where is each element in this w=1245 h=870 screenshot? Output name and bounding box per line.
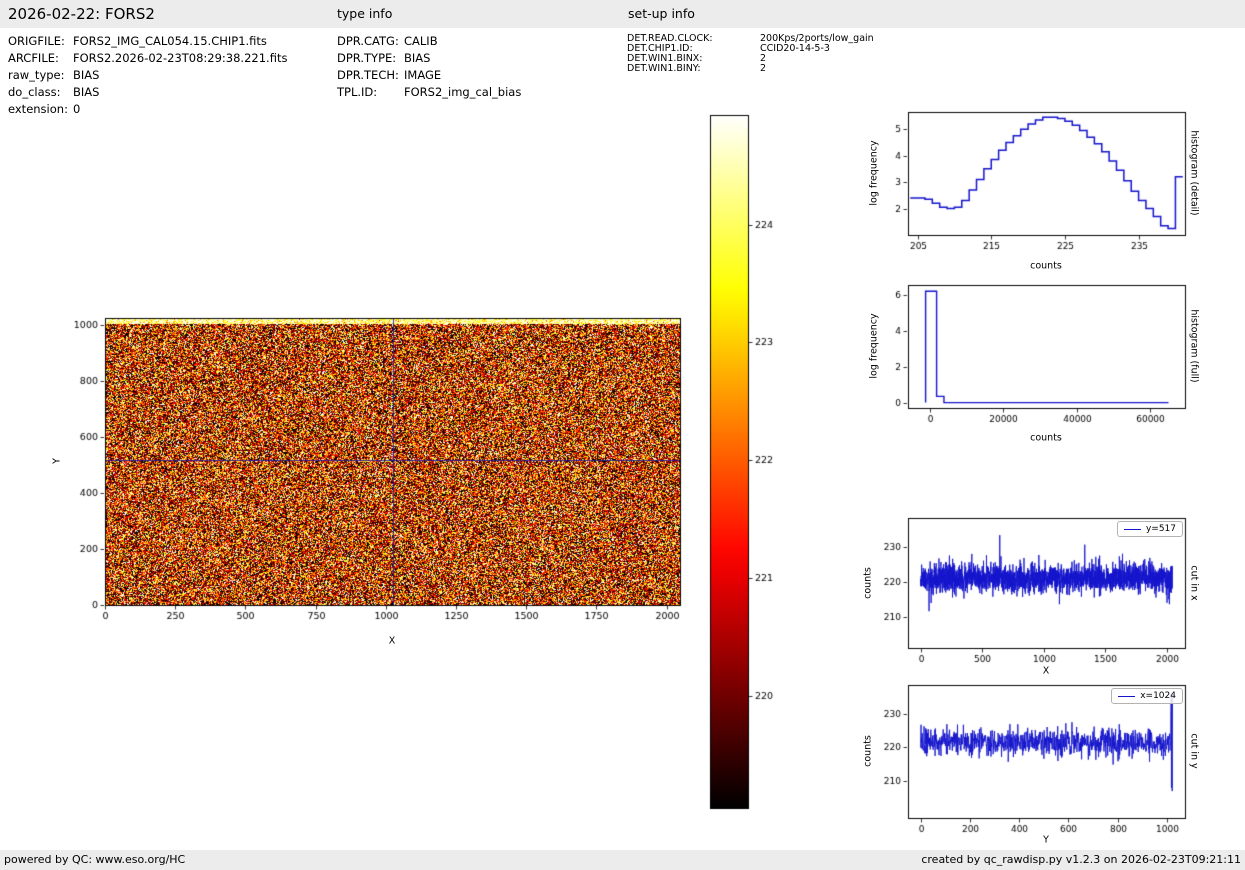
info-value: 0 [73, 102, 81, 116]
info-row: DPR.CATG: CALIB [337, 33, 521, 50]
info-value: IMAGE [404, 68, 442, 82]
info-row: DPR.TECH: IMAGE [337, 67, 521, 84]
cut-x-xaxis-label: X [1042, 665, 1050, 677]
hist-full-yaxis-label: log frequency [868, 313, 880, 379]
info-row: raw_type: BIAS [8, 67, 287, 84]
file-info-column: ORIGFILE: FORS2_IMG_CAL054.15.CHIP1.fits … [8, 33, 287, 118]
info-row: DET.WIN1.BINY: 2 [627, 64, 874, 74]
info-row: ARCFILE: FORS2.2026-02-23T08:29:38.221.fi… [8, 50, 287, 67]
info-row: DPR.TYPE: BIAS [337, 50, 521, 67]
type-info-column: DPR.CATG: CALIB DPR.TYPE: BIAS DPR.TECH: IM… [337, 33, 521, 101]
image-yaxis-label: Y [51, 458, 63, 464]
info-row: do_class: BIAS [8, 84, 287, 101]
page-title: 2026-02-22: FORS2 [8, 5, 155, 23]
info-label: ORIGFILE: [8, 34, 65, 48]
legend-line-swatch [1123, 528, 1141, 530]
cut-y-yaxis-label: counts [862, 735, 874, 767]
hist-full-xaxis-label: counts [1030, 432, 1062, 444]
cut-y-legend: x=1024 [1111, 688, 1183, 704]
header-bar: 2026-02-22: FORS2 type info set-up info [0, 0, 1245, 28]
info-value: 2 [760, 63, 767, 74]
info-row: TPL.ID: FORS2_img_cal_bias [337, 84, 521, 101]
cut-x-legend: y=517 [1116, 521, 1183, 537]
cut-x-side-label: cut in x [1188, 565, 1200, 601]
hist-full-side-label: histogram (full) [1188, 309, 1200, 383]
info-label: DET.WIN1.BINY: [627, 63, 701, 74]
info-row: ORIGFILE: FORS2_IMG_CAL054.15.CHIP1.fits [8, 33, 287, 50]
info-value: FORS2_IMG_CAL054.15.CHIP1.fits [73, 34, 267, 48]
info-value: CALIB [404, 34, 438, 48]
image-xaxis-label: X [388, 635, 396, 647]
legend-label: x=1024 [1140, 691, 1176, 701]
info-label: do_class: [8, 85, 61, 99]
info-label: DPR.TYPE: [337, 51, 397, 65]
info-value: BIAS [73, 68, 100, 82]
hist-detail-yaxis-label: log frequency [868, 140, 880, 206]
cut-y-side-label: cut in y [1188, 733, 1200, 769]
info-label: DPR.TECH: [337, 68, 399, 82]
info-label: ARCFILE: [8, 51, 59, 65]
footer-left-text: powered by QC: www.eso.org/HC [4, 853, 186, 866]
legend-label: y=517 [1145, 524, 1176, 534]
setup-info-column: DET.READ.CLOCK: 200Kps/2ports/low_gain DE… [627, 34, 874, 74]
info-label: raw_type: [8, 68, 65, 82]
hist-detail-side-label: histogram (detail) [1188, 130, 1200, 216]
cut-y-xaxis-label: Y [1043, 834, 1049, 846]
info-value: BIAS [404, 51, 431, 65]
setup-info-heading: set-up info [628, 6, 695, 21]
cut-x-yaxis-label: counts [862, 567, 874, 599]
footer-bar: powered by QC: www.eso.org/HC created by… [0, 850, 1245, 870]
info-row: extension: 0 [8, 101, 287, 118]
info-value: FORS2.2026-02-23T08:29:38.221.fits [73, 51, 288, 65]
info-value: CCID20-14-5-3 [760, 43, 830, 54]
legend-line-swatch [1118, 695, 1136, 697]
info-value: FORS2_img_cal_bias [404, 85, 522, 99]
footer-right-text: created by qc_rawdisp.py v1.2.3 on 2026-… [921, 853, 1241, 866]
type-info-heading: type info [337, 6, 393, 21]
info-value: BIAS [73, 85, 100, 99]
info-label: TPL.ID: [337, 85, 378, 99]
info-label: extension: [8, 102, 68, 116]
info-label: DPR.CATG: [337, 34, 399, 48]
hist-detail-xaxis-label: counts [1030, 260, 1062, 272]
